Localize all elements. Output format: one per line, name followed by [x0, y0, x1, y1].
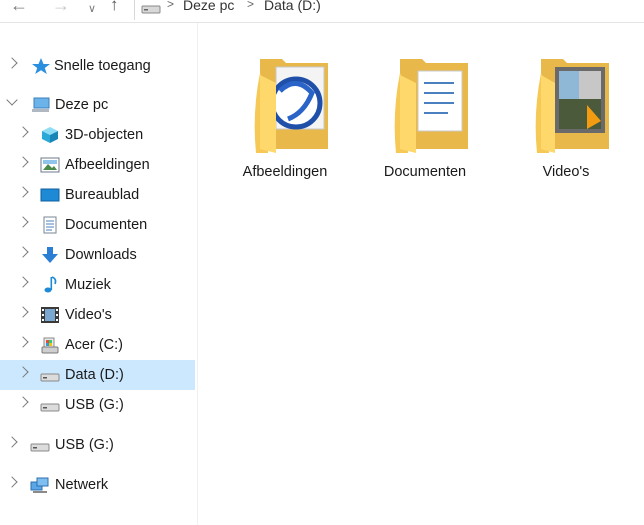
folder-tile-documents[interactable]: Documenten — [370, 47, 480, 187]
chevron-right-icon[interactable] — [17, 186, 29, 198]
drive-icon — [40, 403, 60, 412]
chevron-right-icon[interactable] — [6, 476, 18, 488]
chevron-right-icon[interactable] — [17, 276, 29, 288]
nav-item-usb-g[interactable]: USB (G:) — [0, 390, 195, 420]
nav-item-drive-d[interactable]: Data (D:) — [0, 360, 195, 390]
chevron-right-icon[interactable] — [17, 336, 29, 348]
content-pane: Afbeeldingen Documenten Video's — [198, 23, 644, 525]
download-arrow-icon — [42, 247, 58, 263]
computer-icon — [32, 97, 50, 112]
breadcrumb-data-d[interactable]: Data (D:) — [264, 0, 321, 13]
nav-item-drive-c[interactable]: Acer (C:) — [0, 330, 195, 360]
film-icon — [41, 307, 59, 323]
chevron-right-icon[interactable] — [17, 396, 29, 408]
nav-label: Deze pc — [55, 97, 109, 113]
nav-label: 3D-objecten — [65, 127, 144, 143]
drive-icon — [30, 443, 50, 452]
folder-label: Afbeeldingen — [242, 164, 328, 180]
chevron-right-icon[interactable] — [6, 57, 18, 69]
nav-label: Bureaublad — [65, 187, 140, 203]
address-bar[interactable]: > Deze pc > Data (D:) — [134, 0, 644, 20]
chevron-right-icon[interactable] — [17, 156, 29, 168]
nav-label: Snelle toegang — [54, 58, 151, 74]
cube-icon — [42, 127, 58, 143]
chevron-right-icon[interactable] — [17, 216, 29, 228]
nav-label: USB (G:) — [65, 397, 124, 413]
nav-label: Acer (C:) — [65, 337, 123, 353]
folder-documents-icon — [394, 59, 468, 153]
nav-item-downloads[interactable]: Downloads — [0, 240, 195, 270]
chevron-right-icon[interactable] — [17, 366, 29, 378]
up-arrow-icon[interactable]: ↑ — [110, 0, 119, 14]
breadcrumb-separator-icon: > — [247, 0, 255, 11]
nav-label: Afbeeldingen — [65, 157, 150, 173]
breadcrumb-separator-icon: > — [167, 0, 175, 11]
drive-icon — [141, 5, 161, 14]
music-note-icon — [44, 276, 57, 293]
nav-item-pictures[interactable]: Afbeeldingen — [0, 150, 195, 180]
nav-label: Downloads — [65, 247, 137, 263]
folder-videos-icon — [535, 59, 609, 153]
nav-item-documents[interactable]: Documenten — [0, 210, 195, 240]
nav-label: USB (G:) — [55, 437, 114, 453]
nav-label: Data (D:) — [65, 367, 124, 383]
folder-pictures-icon — [254, 59, 328, 153]
star-icon — [32, 58, 50, 74]
nav-label: Netwerk — [55, 477, 109, 493]
nav-item-network[interactable]: Netwerk — [0, 470, 195, 500]
nav-label: Muziek — [65, 277, 111, 293]
desktop-icon — [40, 188, 60, 202]
navigation-pane: Snelle toegang Deze pc 3D-objecten Afbee… — [0, 23, 198, 525]
folder-tile-videos[interactable]: Video's — [511, 47, 621, 187]
chevron-right-icon[interactable] — [17, 126, 29, 138]
system-drive-icon — [41, 337, 59, 354]
chevron-down-icon[interactable] — [6, 94, 18, 106]
folder-label: Documenten — [383, 164, 467, 180]
drive-icon — [40, 373, 60, 382]
nav-item-desktop[interactable]: Bureaublad — [0, 180, 195, 210]
nav-label: Documenten — [65, 217, 148, 233]
nav-item-this-pc[interactable]: Deze pc — [0, 90, 195, 120]
chevron-right-icon[interactable] — [17, 246, 29, 258]
nav-item-quick-access[interactable]: Snelle toegang — [0, 51, 195, 81]
nav-label: Video's — [65, 307, 112, 323]
folder-tile-pictures[interactable]: Afbeeldingen — [230, 47, 340, 187]
nav-item-3d-objects[interactable]: 3D-objecten — [0, 120, 195, 150]
nav-item-music[interactable]: Muziek — [0, 270, 195, 300]
address-toolbar: ← → ∨ ↑ > Deze pc > Data (D:) — [0, 0, 644, 23]
breadcrumb-deze-pc[interactable]: Deze pc — [183, 0, 234, 13]
chevron-right-icon[interactable] — [17, 306, 29, 318]
network-icon — [30, 477, 49, 493]
recent-locations-chevron-icon[interactable]: ∨ — [88, 0, 96, 18]
pictures-icon — [40, 157, 60, 173]
folder-label: Video's — [542, 164, 590, 180]
chevron-right-icon[interactable] — [6, 436, 18, 448]
nav-item-usb-root[interactable]: USB (G:) — [0, 430, 195, 460]
nav-item-videos[interactable]: Video's — [0, 300, 195, 330]
forward-arrow-icon[interactable]: → — [52, 0, 70, 14]
document-icon — [43, 216, 57, 234]
back-arrow-icon[interactable]: ← — [10, 0, 28, 14]
